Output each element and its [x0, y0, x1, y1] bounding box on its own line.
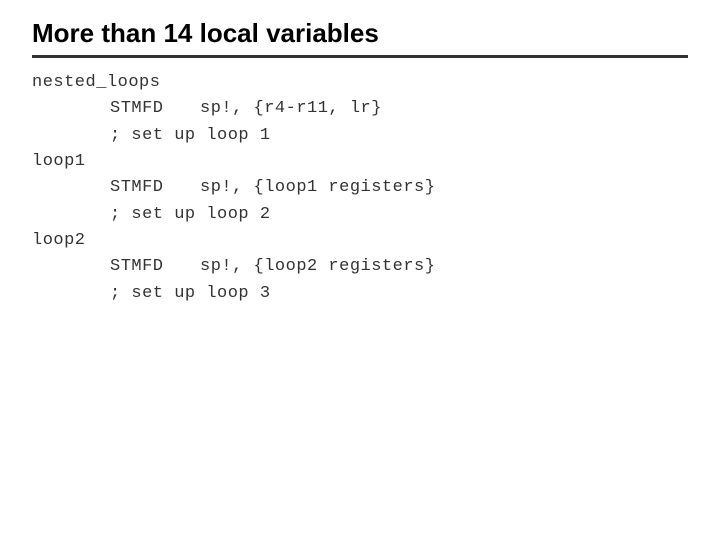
slide-title: More than 14 local variables	[32, 18, 688, 49]
code-label: loop2	[32, 228, 232, 254]
code-comment: ; set up loop 2	[110, 205, 271, 224]
code-args: sp!, {loop1 registers}	[200, 178, 435, 197]
code-block: nested_loopsSTMFDsp!, {r4-r11, lr}; set …	[32, 70, 688, 307]
code-comment: ; set up loop 1	[110, 126, 271, 145]
code-line: loop1	[32, 149, 688, 175]
code-line: ; set up loop 2	[32, 202, 688, 228]
code-line: loop2	[32, 228, 688, 254]
code-line: nested_loops	[32, 70, 688, 96]
code-args: sp!, {r4-r11, lr}	[200, 99, 382, 118]
code-comment: ; set up loop 3	[110, 284, 271, 303]
code-line: STMFDsp!, {loop1 registers}	[32, 175, 688, 201]
code-op: STMFD	[110, 254, 200, 280]
title-divider	[32, 55, 688, 58]
code-line: STMFDsp!, {r4-r11, lr}	[32, 96, 688, 122]
code-args: sp!, {loop2 registers}	[200, 257, 435, 276]
code-label: loop1	[32, 149, 232, 175]
code-line: ; set up loop 3	[32, 281, 688, 307]
code-op: STMFD	[110, 96, 200, 122]
code-line: ; set up loop 1	[32, 123, 688, 149]
code-line: STMFDsp!, {loop2 registers}	[32, 254, 688, 280]
code-op: STMFD	[110, 175, 200, 201]
code-label: nested_loops	[32, 70, 232, 96]
